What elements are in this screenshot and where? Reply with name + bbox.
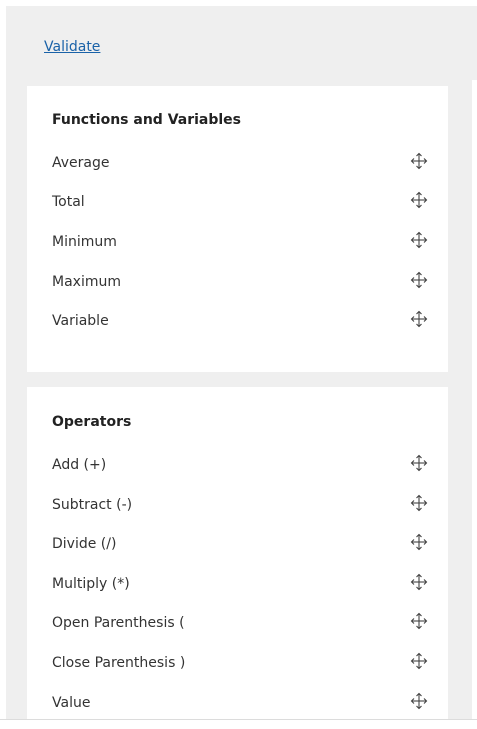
draggable-item-minimum[interactable]: Minimum <box>52 231 428 255</box>
operators-panel: Operators Add (+) Subtract (-) Divide (/… <box>27 387 448 725</box>
draggable-item-subtract[interactable]: Subtract (-) <box>52 494 428 518</box>
draggable-item-maximum[interactable]: Maximum <box>52 271 428 295</box>
move-arrows-icon[interactable] <box>410 652 428 670</box>
draggable-item-close-parenthesis[interactable]: Close Parenthesis ) <box>52 652 428 676</box>
item-label: Maximum <box>52 274 121 290</box>
move-arrows-icon[interactable] <box>410 310 428 328</box>
draggable-item-add[interactable]: Add (+) <box>52 454 428 478</box>
item-label: Subtract (-) <box>52 497 133 513</box>
panel-title-functions: Functions and Variables <box>52 112 242 128</box>
draggable-item-total[interactable]: Total <box>52 191 428 215</box>
draggable-item-open-parenthesis[interactable]: Open Parenthesis ( <box>52 612 428 636</box>
item-label: Close Parenthesis ) <box>52 655 186 671</box>
adjacent-panel-edge <box>472 80 477 719</box>
validate-link[interactable]: Validate <box>44 39 100 55</box>
item-label: Minimum <box>52 234 117 250</box>
move-arrows-icon[interactable] <box>410 573 428 591</box>
item-label: Value <box>52 695 91 711</box>
move-arrows-icon[interactable] <box>410 152 428 170</box>
move-arrows-icon[interactable] <box>410 271 428 289</box>
item-label: Open Parenthesis ( <box>52 615 185 631</box>
move-arrows-icon[interactable] <box>410 612 428 630</box>
move-arrows-icon[interactable] <box>410 231 428 249</box>
move-arrows-icon[interactable] <box>410 692 428 710</box>
item-label: Add (+) <box>52 457 107 473</box>
page-background: Validate Functions and Variables Average… <box>6 6 477 725</box>
item-label: Average <box>52 155 110 171</box>
panel-title-operators: Operators <box>52 414 132 430</box>
move-arrows-icon[interactable] <box>410 494 428 512</box>
item-label: Multiply (*) <box>52 576 130 592</box>
draggable-item-value[interactable]: Value <box>52 692 428 716</box>
bottom-bar <box>0 719 477 729</box>
move-arrows-icon[interactable] <box>410 454 428 472</box>
move-arrows-icon[interactable] <box>410 191 428 209</box>
item-label: Divide (/) <box>52 536 117 552</box>
item-label: Total <box>52 194 85 210</box>
move-arrows-icon[interactable] <box>410 533 428 551</box>
functions-variables-panel: Functions and Variables Average Total Mi… <box>27 86 448 372</box>
draggable-item-average[interactable]: Average <box>52 152 428 176</box>
draggable-item-multiply[interactable]: Multiply (*) <box>52 573 428 597</box>
item-label: Variable <box>52 313 109 329</box>
draggable-item-divide[interactable]: Divide (/) <box>52 533 428 557</box>
draggable-item-variable[interactable]: Variable <box>52 310 428 334</box>
